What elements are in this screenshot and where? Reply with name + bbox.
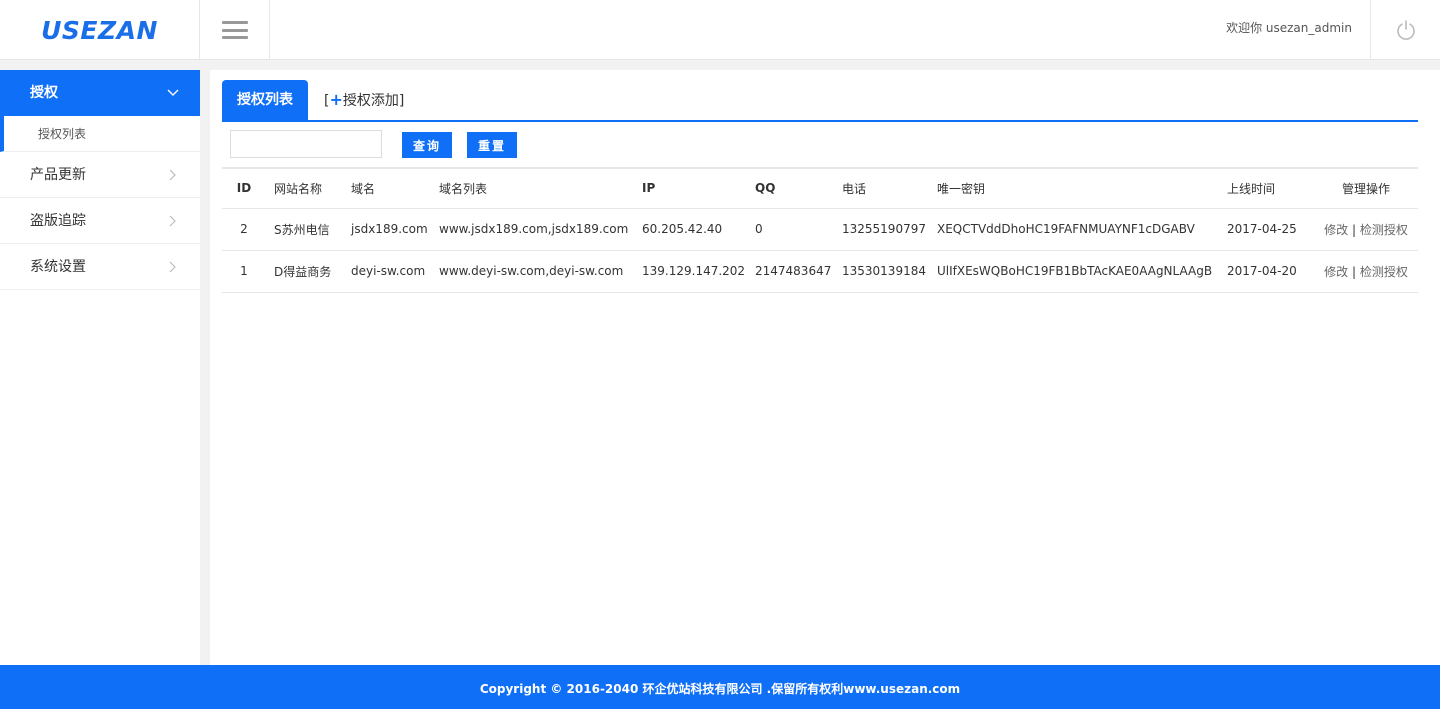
logout-button[interactable] [1370, 0, 1440, 60]
edit-link[interactable]: 修改 [1324, 265, 1348, 279]
table-header-row: ID 网站名称 域名 域名列表 IP QQ 电话 唯一密钥 上线时间 管理操作 [222, 168, 1418, 209]
action-separator: | [1348, 264, 1360, 279]
reset-button[interactable]: 重置 [467, 132, 517, 158]
sidebar-item-auth[interactable]: 授权 [0, 70, 200, 116]
check-auth-link[interactable]: 检测授权 [1360, 223, 1408, 237]
cell-phone: 13530139184 [834, 250, 929, 293]
cell-ip: 139.129.147.202 [634, 250, 747, 293]
top-header: USEZAN 欢迎你 usezan_admin [0, 0, 1440, 60]
cell-qq: 0 [747, 208, 834, 251]
sidebar-item-label: 系统设置 [30, 259, 86, 275]
action-separator: | [1348, 222, 1360, 237]
chevron-right-icon [169, 215, 176, 227]
sidebar-item-piracy-tracking[interactable]: 盗版追踪 [0, 198, 200, 244]
col-header-id: ID [222, 168, 266, 209]
col-header-online-date: 上线时间 [1219, 168, 1314, 209]
sidebar-subitem-auth-list[interactable]: 授权列表 [0, 116, 200, 152]
col-header-qq: QQ [747, 168, 834, 209]
power-icon [1396, 20, 1415, 40]
sidebar-item-label: 产品更新 [30, 167, 86, 183]
col-header-key: 唯一密钥 [929, 168, 1219, 209]
col-header-site-name: 网站名称 [266, 168, 343, 209]
cell-site-name: S苏州电信 [266, 208, 343, 251]
cell-key: XEQCTVddDhoHC19FAFNMUAYNF1cDGABV [929, 208, 1219, 251]
cell-actions: 修改 | 检测授权 [1314, 250, 1418, 293]
sidebar-item-label: 授权 [30, 85, 58, 101]
logo[interactable]: USEZAN [0, 0, 200, 60]
tab-auth-add[interactable]: [+授权添加] [324, 80, 404, 120]
tab-label: 授权列表 [237, 92, 293, 108]
cell-domain: deyi-sw.com [343, 250, 431, 293]
cell-id: 2 [222, 208, 266, 251]
menu-toggle-button[interactable] [200, 0, 270, 60]
cell-ip: 60.205.42.40 [634, 208, 747, 251]
sidebar-item-label: 盗版追踪 [30, 213, 86, 229]
check-auth-link[interactable]: 检测授权 [1360, 265, 1408, 279]
auth-table: ID 网站名称 域名 域名列表 IP QQ 电话 唯一密钥 上线时间 管理操作 … [222, 167, 1418, 293]
chevron-down-icon [167, 89, 179, 96]
col-header-domain-list: 域名列表 [431, 168, 634, 209]
footer: Copyright © 2016-2040 环企优站科技有限公司 .保留所有权利… [0, 665, 1440, 709]
hamburger-icon [221, 21, 248, 39]
edit-link[interactable]: 修改 [1324, 223, 1348, 237]
welcome-text: 欢迎你 usezan_admin [1226, 21, 1352, 35]
cell-key: UlIfXEsWQBoHC19FB1BbTAcKAE0AAgNLAAgB [929, 250, 1219, 293]
cell-online-date: 2017-04-25 [1219, 208, 1314, 251]
cell-online-date: 2017-04-20 [1219, 250, 1314, 293]
sidebar-gap [200, 70, 210, 665]
cell-qq: 2147483647 [747, 250, 834, 293]
sidebar-item-system-settings[interactable]: 系统设置 [0, 244, 200, 290]
tab-label: 授权添加] [342, 93, 405, 109]
copyright-text: Copyright © 2016-2040 环企优站科技有限公司 .保留所有权利… [479, 682, 961, 696]
sidebar-item-product-update[interactable]: 产品更新 [0, 152, 200, 198]
col-header-domain: 域名 [343, 168, 431, 209]
col-header-phone: 电话 [834, 168, 929, 209]
cell-site-name: D得益商务 [266, 250, 343, 293]
sidebar-subitem-label: 授权列表 [38, 127, 87, 141]
table-row: 1 D得益商务 deyi-sw.com www.deyi-sw.com,deyi… [222, 250, 1418, 293]
col-header-actions: 管理操作 [1314, 168, 1418, 209]
col-header-ip: IP [634, 168, 747, 209]
logo-text: USEZAN [41, 15, 158, 45]
main-content: 授权列表 [+授权添加] 查询 重置 ID 网站名称 域名 域名列表 IP QQ… [210, 70, 1440, 665]
cell-id: 1 [222, 250, 266, 293]
sidebar: 授权 授权列表 产品更新 盗版追踪 系统设置 [0, 70, 200, 665]
chevron-right-icon [169, 169, 176, 181]
cell-actions: 修改 | 检测授权 [1314, 208, 1418, 251]
cell-domain-list: www.deyi-sw.com,deyi-sw.com [431, 250, 634, 293]
cell-domain-list: www.jsdx189.com,jsdx189.com [431, 208, 634, 251]
tab-auth-list[interactable]: 授权列表 [222, 80, 308, 120]
search-input[interactable] [230, 130, 382, 158]
cell-phone: 13255190797 [834, 208, 929, 251]
chevron-right-icon [169, 261, 176, 273]
table-row: 2 S苏州电信 jsdx189.com www.jsdx189.com,jsdx… [222, 208, 1418, 251]
plus-icon: + [329, 90, 343, 109]
tab-bar: 授权列表 [+授权添加] [222, 80, 1418, 122]
query-button[interactable]: 查询 [402, 132, 452, 158]
cell-domain: jsdx189.com [343, 208, 431, 251]
